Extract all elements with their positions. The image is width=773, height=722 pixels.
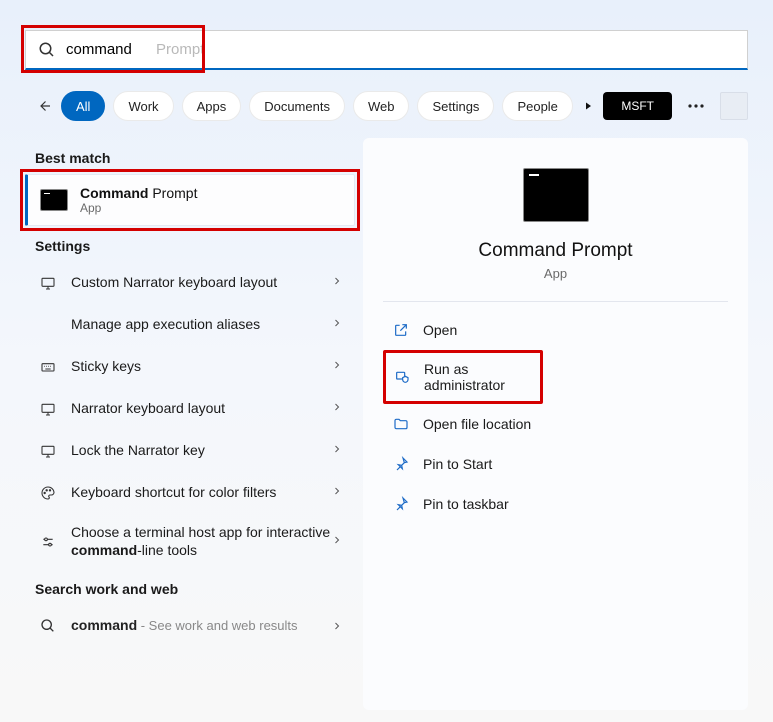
palette-icon xyxy=(40,485,56,501)
action-open[interactable]: Open xyxy=(383,310,728,350)
search-input[interactable] xyxy=(56,41,735,58)
action-label: Open xyxy=(423,322,457,338)
filter-pill-settings[interactable]: Settings xyxy=(417,91,494,121)
display-icon xyxy=(40,401,56,417)
best-match-subtitle: App xyxy=(80,201,197,215)
filter-pill-work[interactable]: Work xyxy=(113,91,173,121)
settings-item-label: Choose a terminal host app for interacti… xyxy=(71,524,331,559)
chevron-right-icon xyxy=(331,275,343,287)
chevron-right-icon xyxy=(331,485,343,497)
web-search-row[interactable]: command - See work and web results xyxy=(25,605,355,647)
chevron-right-icon xyxy=(331,443,343,455)
section-header-web: Search work and web xyxy=(25,569,355,605)
chevron-right-icon xyxy=(331,620,343,632)
search-icon xyxy=(40,618,56,634)
sliders-icon xyxy=(40,534,56,550)
filter-pill-people[interactable]: People xyxy=(502,91,572,121)
action-label: Open file location xyxy=(423,416,531,432)
settings-item[interactable]: Choose a terminal host app for interacti… xyxy=(25,514,355,569)
section-header-best-match: Best match xyxy=(25,138,355,174)
chevron-right-icon xyxy=(331,534,343,546)
best-match-result[interactable]: Command Prompt App xyxy=(25,174,355,226)
action-label: Pin to taskbar xyxy=(423,496,509,512)
settings-item-label: Sticky keys xyxy=(71,358,331,376)
settings-item[interactable]: Lock the Narrator key xyxy=(25,430,355,472)
display-icon xyxy=(40,275,56,291)
settings-item[interactable]: Keyboard shortcut for color filters xyxy=(25,472,355,514)
arrow-left-icon xyxy=(35,97,53,115)
action-label: Run as administrator xyxy=(424,361,534,393)
detail-title: Command Prompt xyxy=(383,240,728,262)
settings-item[interactable]: Manage app execution aliases xyxy=(25,304,355,346)
caret-right-icon xyxy=(582,100,594,112)
ellipsis-icon xyxy=(688,104,704,108)
settings-item[interactable]: Narrator keyboard layout xyxy=(25,388,355,430)
more-options-button[interactable] xyxy=(682,92,710,120)
section-header-settings: Settings xyxy=(25,226,355,262)
settings-item-label: Custom Narrator keyboard layout xyxy=(71,274,331,292)
keyboard-icon xyxy=(40,359,56,375)
action-pin-to-taskbar[interactable]: Pin to taskbar xyxy=(383,484,728,524)
divider xyxy=(383,301,728,302)
chevron-right-icon xyxy=(331,401,343,413)
command-prompt-icon xyxy=(523,168,589,222)
chevron-right-icon xyxy=(331,359,343,371)
settings-item-label: Lock the Narrator key xyxy=(71,442,331,460)
action-label: Pin to Start xyxy=(423,456,492,472)
settings-item-label: Narrator keyboard layout xyxy=(71,400,331,418)
settings-item-label: Keyboard shortcut for color filters xyxy=(71,484,331,502)
web-search-label: command - See work and web results xyxy=(71,617,331,635)
results-column: Best match Command Prompt App Settings C… xyxy=(25,138,355,647)
filter-pill-all[interactable]: All xyxy=(61,91,105,121)
detail-panel: Command Prompt App Open Run as administra… xyxy=(363,138,748,710)
chevron-right-icon xyxy=(331,317,343,329)
back-button[interactable] xyxy=(35,92,53,120)
settings-item-label: Manage app execution aliases xyxy=(71,316,331,334)
detail-subtitle: App xyxy=(383,266,728,281)
account-button[interactable]: MSFT xyxy=(603,92,672,120)
folder-icon xyxy=(393,416,409,432)
shield-admin-icon xyxy=(394,369,410,385)
action-pin-to-start[interactable]: Pin to Start xyxy=(383,444,728,484)
settings-item[interactable]: Custom Narrator keyboard layout xyxy=(25,262,355,304)
filters-more-button[interactable] xyxy=(581,91,595,121)
filter-pill-apps[interactable]: Apps xyxy=(182,91,242,121)
search-box[interactable]: command Prompt xyxy=(25,30,748,70)
settings-item[interactable]: Sticky keys xyxy=(25,346,355,388)
action-open-file-location[interactable]: Open file location xyxy=(383,404,728,444)
pin-icon xyxy=(393,496,409,512)
open-icon xyxy=(393,322,409,338)
filter-bar: All Work AppsDocuments WebSettings People MS… xyxy=(35,88,748,124)
filter-pill-documents[interactable]: Documents xyxy=(249,91,345,121)
action-run-as-administrator[interactable]: Run as administrator xyxy=(383,350,543,404)
display-icon xyxy=(40,443,56,459)
pin-icon xyxy=(393,456,409,472)
best-match-title: Command Prompt xyxy=(80,185,197,201)
avatar[interactable] xyxy=(720,92,748,120)
command-prompt-icon xyxy=(40,189,68,211)
filter-pill-web[interactable]: Web xyxy=(353,91,410,121)
search-icon xyxy=(38,41,56,59)
